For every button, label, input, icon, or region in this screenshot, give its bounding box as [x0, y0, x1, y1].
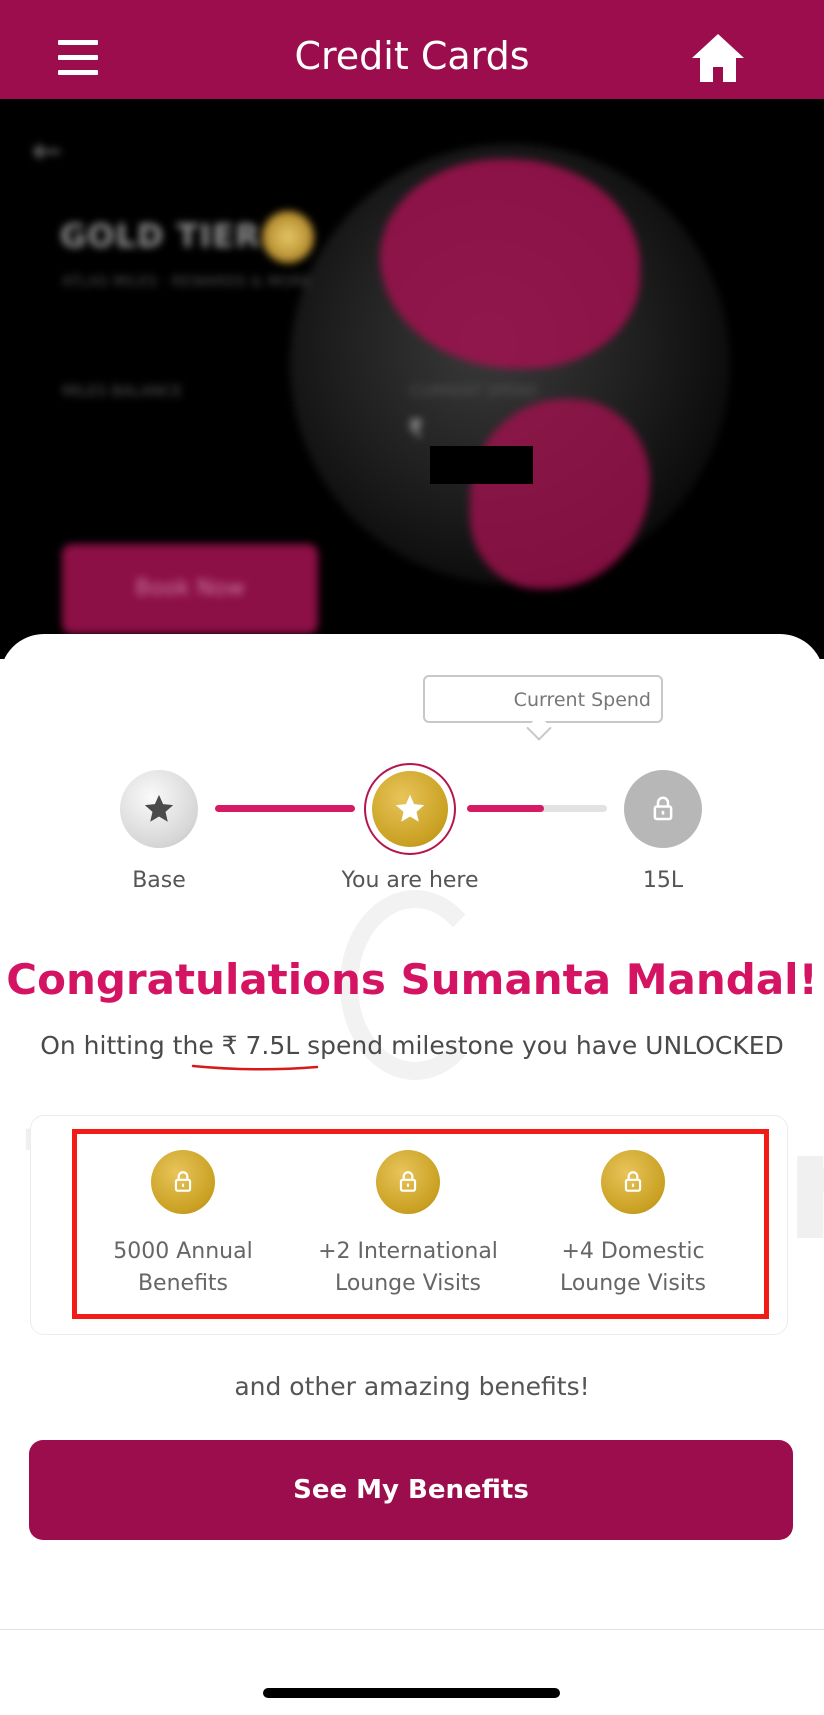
milestone-current	[372, 771, 448, 847]
home-icon[interactable]	[690, 30, 746, 86]
other-benefits-text: and other amazing benefits!	[234, 1372, 590, 1401]
current-spend-currency: ₹	[408, 415, 424, 443]
card-hero: ← GOLD TIER ATLAS MILES · REWARDS & MORE…	[0, 99, 824, 659]
milestone-locked	[624, 770, 702, 848]
current-spend-tooltip: Current Spend	[423, 675, 663, 723]
amount-underline	[191, 1064, 319, 1071]
highlight-annotation-box	[72, 1129, 769, 1319]
redacted-value	[430, 446, 533, 484]
miles-balance-label: MILES BALANCE	[62, 382, 183, 400]
tier-title: GOLD TIER	[60, 217, 261, 255]
milestone-label-base: Base	[132, 868, 186, 893]
milestone-base	[120, 770, 198, 848]
home-indicator[interactable]	[263, 1688, 560, 1698]
tier-subtitle: ATLAS MILES · REWARDS & MORE	[62, 274, 312, 290]
milestone-amount: ₹ 7.5L	[221, 1031, 300, 1060]
milestone-label-next: 15L	[642, 868, 684, 893]
current-spend-label: CURRENT SPEND	[410, 382, 538, 400]
tier-badge-icon	[262, 211, 314, 263]
star-icon	[395, 794, 425, 822]
milestone-message: On hitting the ₹ 7.5L spend milestone yo…	[0, 1031, 824, 1060]
progress-segment-1	[215, 805, 355, 812]
see-my-benefits-button[interactable]: See My Benefits	[29, 1440, 793, 1540]
star-icon	[144, 794, 174, 822]
milestone-prefix: On hitting the	[40, 1031, 214, 1060]
tooltip-label: Current Spend	[513, 689, 651, 711]
book-now-button[interactable]: Book Now	[62, 544, 318, 634]
congrats-heading: Congratulations Sumanta Mandal!	[6, 955, 818, 1004]
app-header: Credit Cards	[0, 0, 824, 99]
bottom-divider	[0, 1629, 824, 1630]
milestone-label-current: You are here	[341, 868, 479, 893]
milestone-suffix: spend milestone you have UNLOCKED	[307, 1031, 784, 1060]
back-arrow-icon[interactable]: ←	[32, 134, 76, 170]
lock-icon	[653, 796, 673, 821]
progress-segment-2-fill	[467, 805, 544, 812]
